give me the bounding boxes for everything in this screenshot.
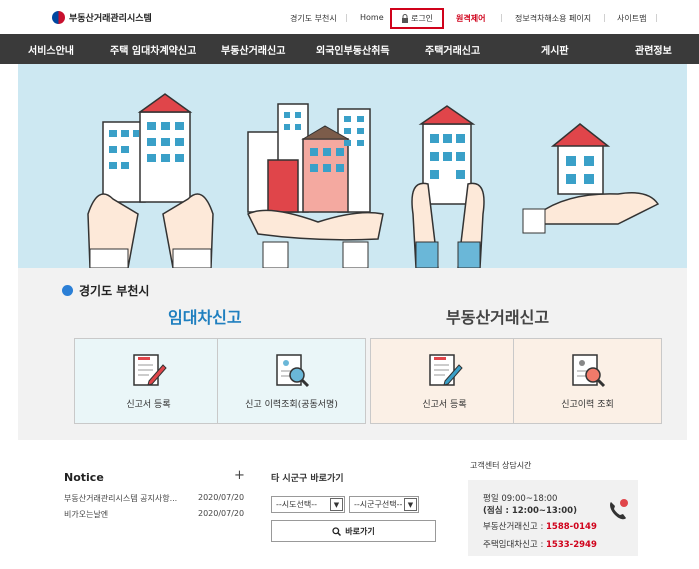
trade-history-card[interactable]: 신고이력 조회 (513, 338, 662, 424)
rent-section-title: 임대차신고 (168, 308, 242, 327)
contact-box: 평일 09:00~18:00 (점심 : 12:00~13:00) 부동산거래신… (468, 480, 638, 556)
nav-item-housing[interactable]: 주택거래신고 (425, 42, 480, 57)
nav-item-trade-report[interactable]: 부동산거래신고 (221, 42, 285, 57)
document-pencil-icon (132, 354, 167, 386)
nav-item-board[interactable]: 게시판 (541, 42, 569, 57)
divider: | (500, 13, 503, 22)
chevron-down-icon: ▼ (404, 498, 417, 511)
remote-control-link[interactable]: 원격제어 (456, 13, 485, 24)
rent-history-card[interactable]: 신고 이력조회(공동서명) (217, 338, 366, 424)
contact-title: 고객센터 상담시간 (470, 461, 532, 470)
region-link[interactable]: 경기도 부천시 (290, 13, 337, 24)
login-button[interactable]: 로그인 (390, 8, 444, 29)
contact-trade-line: 부동산거래신고 : 1588-0149 (483, 520, 597, 532)
card-label: 신고서 등록 (126, 400, 171, 410)
divider: | (345, 13, 348, 22)
location-dot-icon (62, 285, 73, 296)
notice-more-button[interactable]: + (234, 468, 245, 483)
contact-hours: 평일 09:00~18:00 (483, 494, 558, 504)
lock-icon (401, 14, 408, 23)
hero-banner (18, 64, 687, 268)
chevron-down-icon: ▼ (330, 498, 343, 511)
card-label: 신고 이력조회(공동서명) (245, 400, 338, 410)
divider: | (655, 13, 658, 22)
notice-date: 2020/07/20 (198, 493, 245, 502)
contact-trade-phone: 1588-0149 (546, 522, 597, 532)
sido-select-value: --시도선택-- (276, 500, 317, 509)
contact-rent-line: 주택임대차신고 : 1533-2949 (483, 538, 597, 550)
contact-rent-phone: 1533-2949 (546, 540, 597, 550)
search-icon (332, 526, 342, 536)
rent-register-card[interactable]: 신고서 등록 (74, 338, 223, 424)
taegeuk-logo-icon (52, 11, 65, 24)
contact-lunch: (점심 : 12:00~13:00) (483, 506, 577, 516)
login-label: 로그인 (410, 14, 434, 23)
divider: | (603, 13, 606, 22)
contact-rent-label: 주택임대차신고 : (483, 540, 547, 550)
nav-item-related[interactable]: 관련정보 (635, 42, 672, 57)
document-magnifier-icon (571, 354, 605, 388)
region-title: 경기도 부천시 (62, 282, 149, 299)
home-link[interactable]: Home (360, 13, 384, 22)
sitemap-link[interactable]: 사이트맵 (617, 13, 646, 24)
trade-register-card[interactable]: 신고서 등록 (370, 338, 519, 424)
main-nav: 서비스안내 주택 임대차계약신고 부동산거래신고 외국인부동산취득 주택거래신고… (0, 34, 699, 64)
region-label: 경기도 부천시 (79, 284, 150, 298)
phone-icon (610, 499, 628, 520)
trade-section-title: 부동산거래신고 (446, 308, 550, 327)
notice-item[interactable]: 부동산거래관리시스템 공지사항... (64, 493, 177, 504)
go-button[interactable]: 바로가기 (271, 520, 436, 542)
document-magnifier-icon (275, 354, 309, 388)
sido-select[interactable]: --시도선택-- ▼ (271, 496, 345, 513)
service-panel: 경기도 부천시 임대차신고 부동산거래신고 신고서 등록 신고 이력조회(공동서… (18, 268, 687, 440)
quick-link-title: 타 시군구 바로가기 (271, 474, 344, 484)
nav-item-rent-report[interactable]: 주택 임대차계약신고 (110, 42, 196, 57)
notice-date: 2020/07/20 (198, 509, 245, 518)
card-label: 신고이력 조회 (561, 400, 614, 410)
sigungu-select[interactable]: --시군구선택-- ▼ (349, 496, 419, 513)
site-logo[interactable]: 부동산거래관리시스템 (52, 11, 152, 24)
document-pencil-icon (428, 354, 463, 386)
notice-item[interactable]: 비가오는날엔 (64, 509, 108, 520)
logo-text: 부동산거래관리시스템 (69, 14, 152, 24)
hands-holding-buildings-illustration (87, 93, 660, 268)
card-label: 신고서 등록 (422, 400, 467, 410)
nav-item-service[interactable]: 서비스안내 (28, 42, 74, 57)
top-bar: 부동산거래관리시스템 경기도 부천시 | Home 로그인 원격제어 | 정보격… (0, 0, 699, 34)
contact-trade-label: 부동산거래신고 : (483, 522, 547, 532)
accessibility-link[interactable]: 정보격차해소용 페이지 (515, 13, 591, 24)
notice-title: Notice (64, 471, 104, 484)
sigungu-select-value: --시군구선택-- (354, 500, 403, 509)
nav-item-foreign[interactable]: 외국인부동산취득 (316, 42, 390, 57)
go-label: 바로가기 (345, 526, 375, 536)
